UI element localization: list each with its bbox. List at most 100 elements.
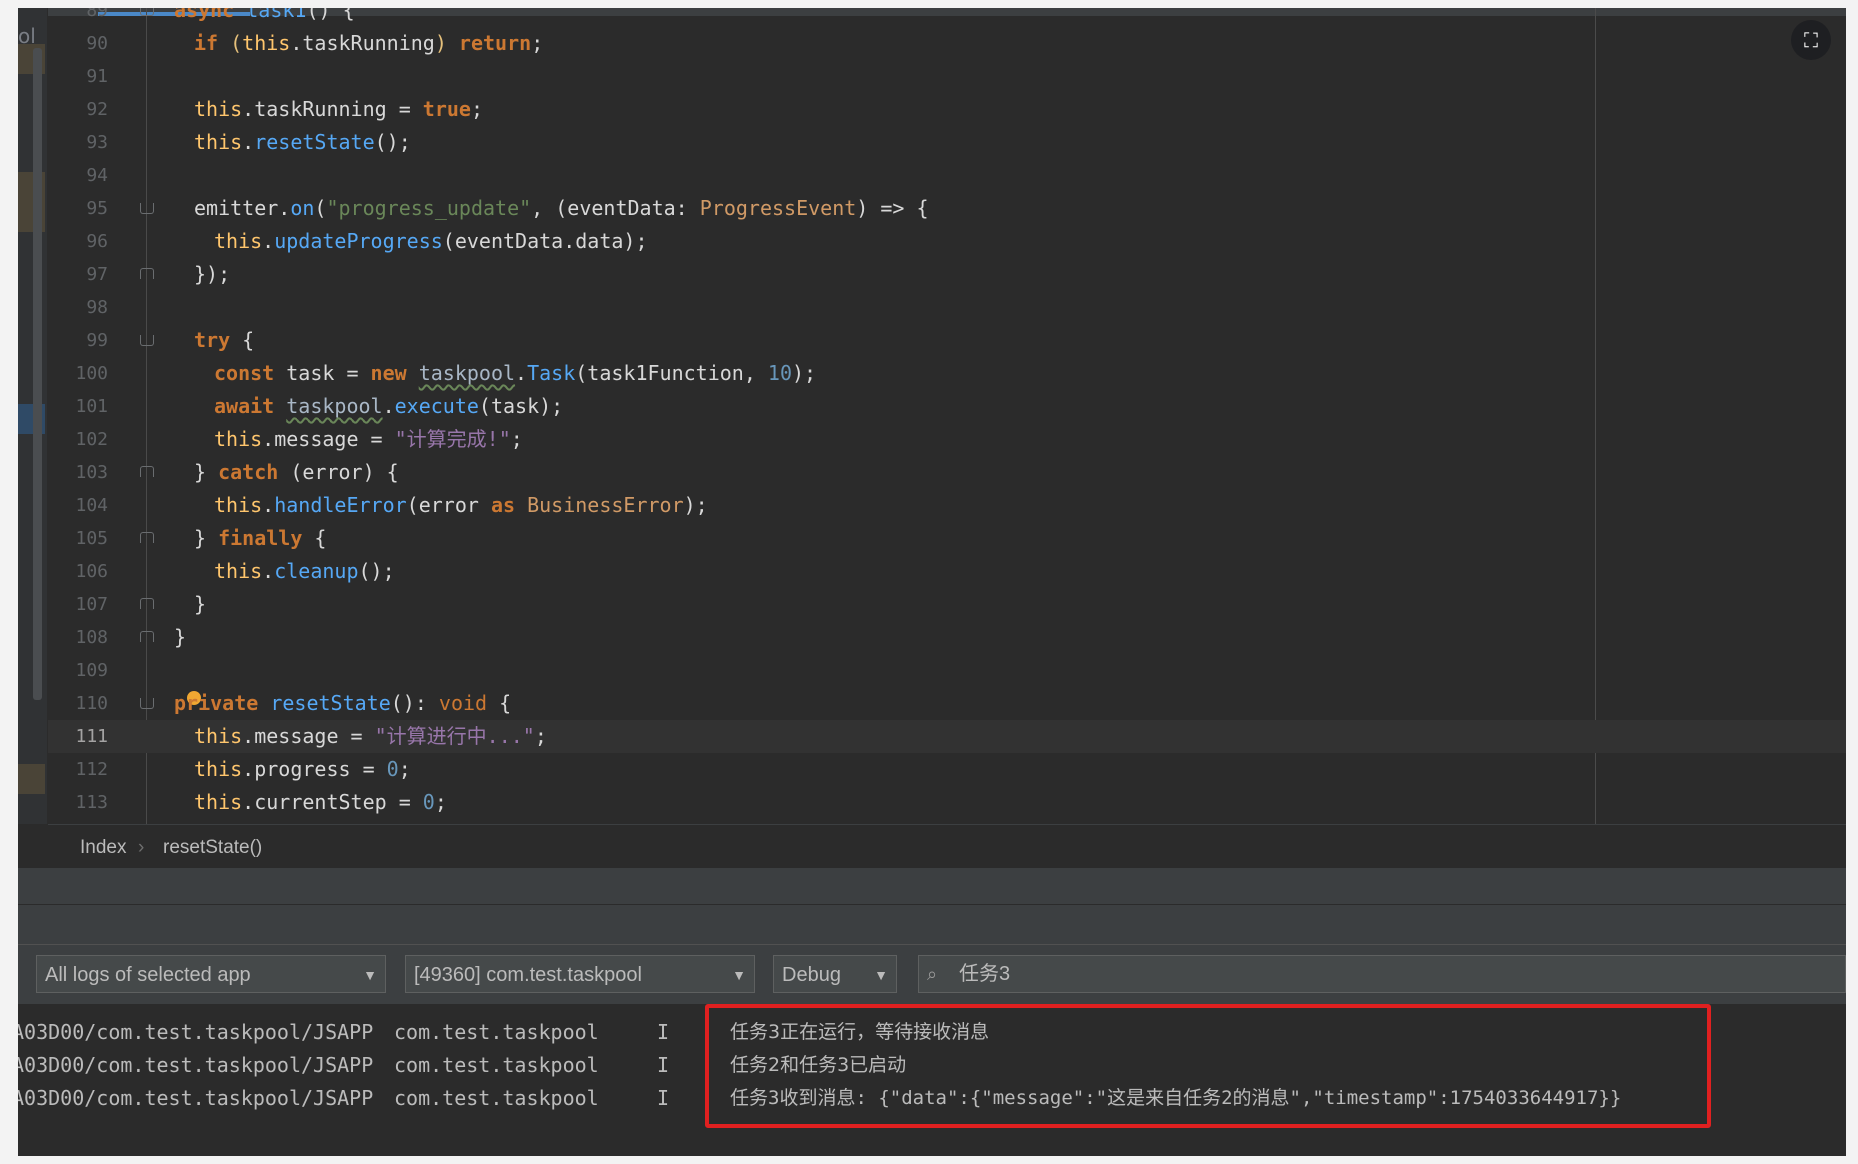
change-marker — [18, 764, 45, 794]
line-number[interactable]: 110 — [48, 687, 108, 720]
fold-collapse-icon[interactable] — [140, 698, 154, 709]
line-number[interactable]: 102 — [48, 423, 108, 456]
line-number[interactable]: 94 — [48, 159, 108, 192]
line-number[interactable]: 106 — [48, 555, 108, 588]
line-number[interactable]: 111 — [48, 720, 108, 753]
code-text[interactable]: } catch (error) { — [194, 456, 399, 489]
code-text[interactable]: this.handleError(error as BusinessError)… — [214, 489, 708, 522]
code-text[interactable]: } — [174, 621, 186, 654]
fold-end-icon[interactable] — [140, 598, 154, 609]
code-text[interactable]: if (this.taskRunning) return; — [194, 27, 543, 60]
breadcrumb-method[interactable]: resetState() — [163, 837, 262, 859]
fit-screen-icon[interactable]: ⛶ — [1791, 20, 1831, 60]
line-number[interactable]: 112 — [48, 753, 108, 786]
code-line[interactable]: 96 this.updateProgress(eventData.data); — [48, 225, 1846, 258]
code-line[interactable]: 109 — [48, 654, 1846, 687]
code-line[interactable]: 91 — [48, 60, 1846, 93]
code-line[interactable]: 93 this.resetState(); — [48, 126, 1846, 159]
line-number[interactable]: 103 — [48, 456, 108, 489]
editor-scrollbar[interactable] — [33, 48, 42, 700]
code-line[interactable]: 89 async task1() { — [48, 8, 1846, 27]
line-number[interactable]: 98 — [48, 291, 108, 324]
process-dropdown[interactable]: [49360] com.test.taskpool ▼ — [405, 955, 755, 993]
line-number[interactable]: 107 — [48, 588, 108, 621]
code-line[interactable]: 90 if (this.taskRunning) return; — [48, 27, 1846, 60]
code-text[interactable]: this.message = "计算进行中..."; — [194, 720, 547, 753]
line-number[interactable]: 100 — [48, 357, 108, 390]
line-number[interactable]: 104 — [48, 489, 108, 522]
log-toolbar: All logs of selected app ▼ [49360] com.t… — [18, 944, 1846, 1005]
fold-collapse-icon[interactable] — [140, 8, 154, 16]
ide-window: ol 89 async task1() {90 if (this.taskRunni… — [18, 8, 1846, 1156]
code-text[interactable]: async task1() { — [174, 8, 355, 27]
line-number[interactable]: 95 — [48, 192, 108, 225]
line-number[interactable]: 92 — [48, 93, 108, 126]
line-number[interactable]: 105 — [48, 522, 108, 555]
code-text[interactable]: private resetState(): void { — [174, 687, 511, 720]
fold-collapse-icon[interactable] — [140, 203, 154, 214]
code-editor[interactable]: ol 89 async task1() {90 if (this.taskRunni… — [18, 8, 1846, 824]
log-search-input[interactable]: ⌕ 任务3 — [918, 955, 1846, 993]
log-level: I — [657, 1053, 670, 1077]
log-package: com.test.taskpool — [394, 1053, 599, 1077]
process-value: [49360] com.test.taskpool — [414, 964, 642, 986]
code-text[interactable]: await taskpool.execute(task); — [214, 390, 563, 423]
code-line[interactable]: 98 — [48, 291, 1846, 324]
code-text[interactable]: } — [194, 588, 206, 621]
code-line[interactable]: 104 this.handleError(error as BusinessErr… — [48, 489, 1846, 522]
code-line[interactable]: 100 const task = new taskpool.Task(task1F… — [48, 357, 1846, 390]
log-tag: A03D00/com.test.taskpool/JSAPP — [18, 1020, 374, 1044]
code-line[interactable]: 95 emitter.on("progress_update", (eventDa… — [48, 192, 1846, 225]
code-text[interactable]: const task = new taskpool.Task(task1Func… — [214, 357, 816, 390]
breadcrumb-index[interactable]: Index — [80, 837, 126, 859]
highlight-annotation — [705, 1004, 1711, 1128]
code-text[interactable]: } finally { — [194, 522, 326, 555]
line-number[interactable]: 108 — [48, 621, 108, 654]
code-text[interactable]: try { — [194, 324, 254, 357]
code-text[interactable]: this.message = "计算完成!"; — [214, 423, 523, 456]
code-line[interactable]: 102 this.message = "计算完成!"; — [48, 423, 1846, 456]
code-line[interactable]: 110 private resetState(): void { — [48, 687, 1846, 720]
line-number[interactable]: 89 — [48, 8, 108, 27]
code-text[interactable]: this.taskRunning = true; — [194, 93, 483, 126]
code-text[interactable]: }); — [194, 258, 230, 291]
line-number[interactable]: 91 — [48, 60, 108, 93]
line-number[interactable]: 97 — [48, 258, 108, 291]
line-number[interactable]: 96 — [48, 225, 108, 258]
code-line[interactable]: 103 } catch (error) { — [48, 456, 1846, 489]
line-number[interactable]: 101 — [48, 390, 108, 423]
code-line[interactable]: 107} — [48, 588, 1846, 621]
fold-end-icon[interactable] — [140, 466, 154, 477]
code-text[interactable]: this.resetState(); — [194, 126, 411, 159]
log-scope-dropdown[interactable]: All logs of selected app ▼ — [36, 955, 386, 993]
code-line[interactable]: 106 this.cleanup(); — [48, 555, 1846, 588]
code-line[interactable]: 92 this.taskRunning = true; — [48, 93, 1846, 126]
code-line[interactable]: 112 this.progress = 0; — [48, 753, 1846, 786]
code-line[interactable]: 108} — [48, 621, 1846, 654]
line-number[interactable]: 109 — [48, 654, 108, 687]
code-text[interactable]: emitter.on("progress_update", (eventData… — [194, 192, 929, 225]
panel-divider — [18, 868, 1846, 904]
code-line[interactable]: 105 } finally { — [48, 522, 1846, 555]
chevron-down-icon: ▼ — [732, 967, 746, 983]
fold-end-icon[interactable] — [140, 532, 154, 543]
code-text[interactable]: this.currentStep = 0; — [194, 786, 447, 819]
log-level-dropdown[interactable]: Debug ▼ — [773, 955, 897, 993]
line-number[interactable]: 99 — [48, 324, 108, 357]
fold-collapse-icon[interactable] — [140, 335, 154, 346]
code-line[interactable]: 99 try { — [48, 324, 1846, 357]
code-line[interactable]: 94 — [48, 159, 1846, 192]
code-text[interactable]: this.updateProgress(eventData.data); — [214, 225, 648, 258]
line-number[interactable]: 90 — [48, 27, 108, 60]
code-text[interactable]: this.progress = 0; — [194, 753, 411, 786]
fold-end-icon[interactable] — [140, 268, 154, 279]
breadcrumb: Index › resetState() — [48, 824, 1846, 869]
line-number[interactable]: 93 — [48, 126, 108, 159]
fold-end-icon[interactable] — [140, 631, 154, 642]
code-line[interactable]: 101 await taskpool.execute(task); — [48, 390, 1846, 423]
code-text[interactable]: this.cleanup(); — [214, 555, 395, 588]
code-line[interactable]: 113 this.currentStep = 0; — [48, 786, 1846, 819]
code-line[interactable]: 97}); — [48, 258, 1846, 291]
line-number[interactable]: 113 — [48, 786, 108, 819]
code-line[interactable]: 111 this.message = "计算进行中..."; — [48, 720, 1846, 753]
